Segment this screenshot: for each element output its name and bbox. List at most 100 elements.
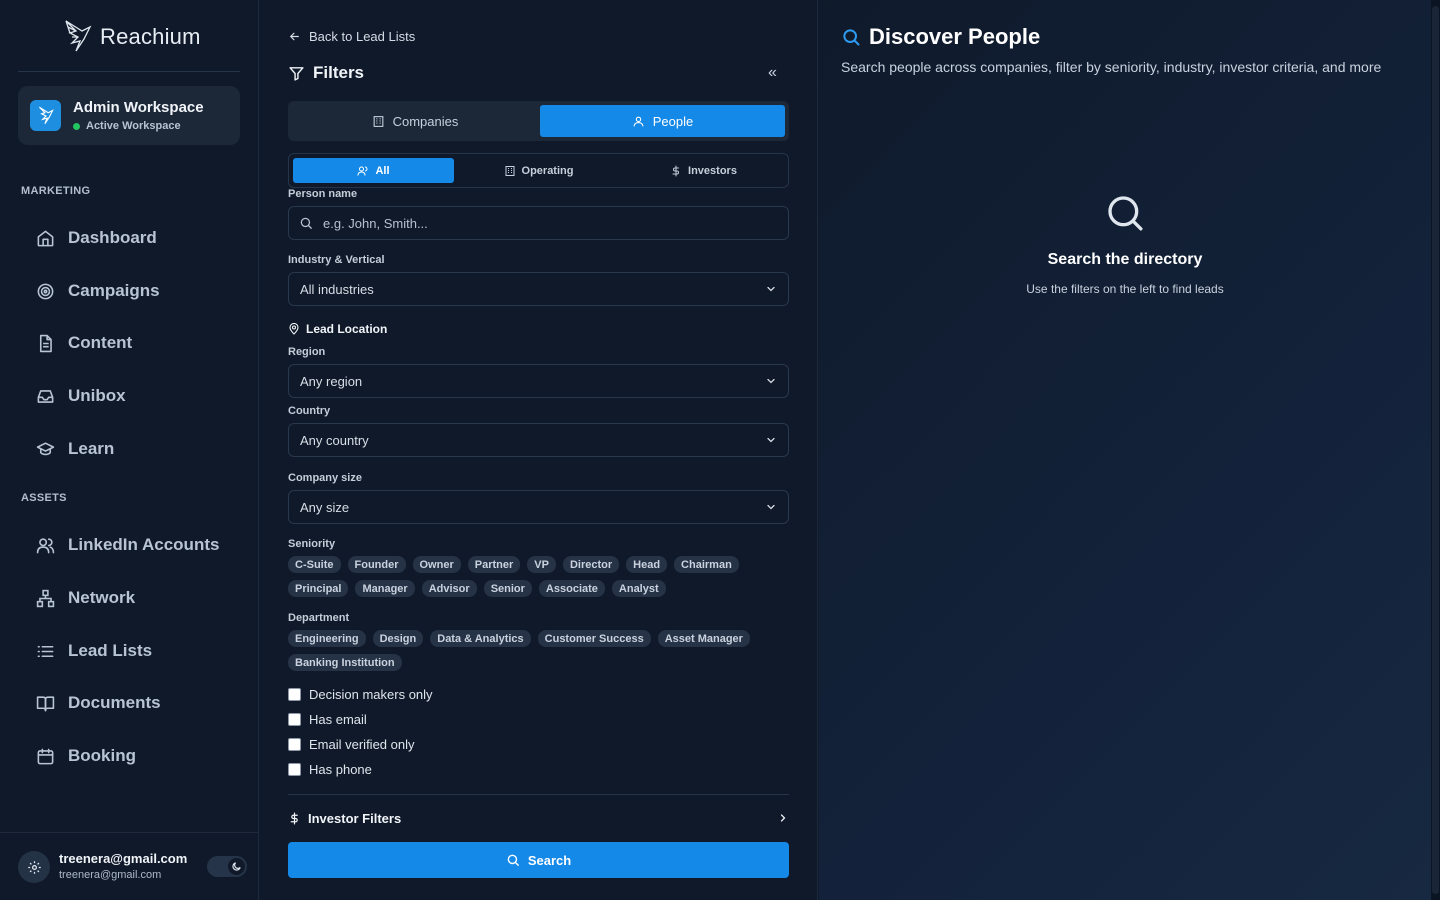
region-select[interactable]: Any region <box>288 364 789 398</box>
country-select[interactable]: Any country <box>288 423 789 457</box>
checkbox-box[interactable] <box>288 713 301 726</box>
user-name: treenera@gmail.com <box>59 851 188 866</box>
tab-operating[interactable]: Operating <box>458 158 619 183</box>
inbox-icon <box>37 389 54 403</box>
sidebar-item-lead-lists[interactable]: Lead Lists <box>36 636 152 666</box>
theme-toggle-knob <box>228 858 245 875</box>
filter-panel: Back to Lead Lists Filters « Companies P… <box>260 0 818 900</box>
seniority-chip[interactable]: Senior <box>483 580 532 597</box>
users-icon <box>36 537 55 553</box>
person-name-input[interactable]: e.g. John, Smith... <box>288 206 789 240</box>
seniority-chip[interactable]: Partner <box>467 556 521 573</box>
department-chip[interactable]: Banking Institution <box>288 654 402 671</box>
sidebar-item-label: Dashboard <box>68 228 157 247</box>
sidebar-item-linkedin-accounts[interactable]: LinkedIn Accounts <box>36 530 219 560</box>
department-chip[interactable]: Design <box>372 630 424 647</box>
seniority-chip[interactable]: Manager <box>355 580 415 597</box>
department-chip[interactable]: Customer Success <box>537 630 651 647</box>
seniority-chip[interactable]: C-Suite <box>288 556 341 573</box>
workspace-switcher[interactable]: Admin Workspace Active Workspace <box>18 86 240 145</box>
page-title-text: Discover People <box>869 24 1041 49</box>
seniority-chip[interactable]: Principal <box>288 580 349 597</box>
seniority-chip[interactable]: Associate <box>538 580 605 597</box>
decision-makers-checkbox[interactable]: Decision makers only <box>288 687 433 702</box>
seniority-chip[interactable]: Chairman <box>674 556 739 573</box>
back-to-lead-lists-link[interactable]: Back to Lead Lists <box>288 29 415 44</box>
checkbox-box[interactable] <box>288 763 301 776</box>
theme-toggle[interactable] <box>207 856 247 877</box>
investor-filters-heading: Investor Filters <box>288 811 401 826</box>
tab-label: All <box>375 164 390 177</box>
industry-select[interactable]: All industries <box>288 272 789 306</box>
sidebar-item-booking[interactable]: Booking <box>36 741 136 771</box>
chevron-down-icon <box>767 378 775 384</box>
bird-logo-icon <box>38 106 54 124</box>
dollar-icon <box>672 165 680 176</box>
seniority-chip[interactable]: VP <box>527 556 556 573</box>
has-email-checkbox[interactable]: Has email <box>288 712 367 727</box>
chevron-down-icon <box>767 504 775 510</box>
department-chip[interactable]: Asset Manager <box>657 630 750 647</box>
funnel-icon <box>289 66 304 81</box>
chevron-down-icon <box>767 437 775 443</box>
collapse-panel-button[interactable]: « <box>768 64 777 82</box>
investor-filters-toggle[interactable]: Investor Filters <box>288 808 789 828</box>
bird-logo-icon <box>65 20 92 52</box>
region-value: Any region <box>300 373 363 389</box>
seniority-chip[interactable]: Head <box>626 556 668 573</box>
department-chip[interactable]: Engineering <box>288 630 366 647</box>
has-phone-checkbox[interactable]: Has phone <box>288 762 372 777</box>
brand-logo[interactable]: Reachium <box>62 16 201 58</box>
scrollbar-thumb[interactable] <box>1432 6 1439 894</box>
settings-button[interactable] <box>18 851 50 883</box>
seniority-chip[interactable]: Analyst <box>611 580 666 597</box>
industry-value: All industries <box>300 281 374 297</box>
sidebar-item-learn[interactable]: Learn <box>36 434 114 464</box>
gear-icon <box>27 860 41 874</box>
region-label: Region <box>288 346 326 358</box>
divider <box>18 71 240 72</box>
network-icon <box>36 589 55 607</box>
section-label-marketing: MARKETING <box>21 185 91 197</box>
sidebar-item-network[interactable]: Network <box>36 583 135 613</box>
checkbox-label: Has email <box>309 712 367 727</box>
tab-all[interactable]: All <box>293 158 454 183</box>
tab-people[interactable]: People <box>540 105 785 137</box>
seniority-chip[interactable]: Director <box>562 556 620 573</box>
country-value: Any country <box>300 432 369 448</box>
checkbox-box[interactable] <box>288 738 301 751</box>
checkbox-box[interactable] <box>288 688 301 701</box>
sidebar-item-label: Booking <box>68 746 136 765</box>
sidebar-item-label: Unibox <box>68 386 126 405</box>
book-icon <box>36 695 55 711</box>
sidebar-item-campaigns[interactable]: Campaigns <box>36 276 160 306</box>
page-scrollbar[interactable] <box>1431 0 1440 900</box>
tab-investors[interactable]: Investors <box>623 158 784 183</box>
search-button[interactable]: Search <box>288 842 789 878</box>
calendar-icon <box>37 748 54 764</box>
seniority-chip[interactable]: Founder <box>347 556 406 573</box>
sidebar-item-dashboard[interactable]: Dashboard <box>36 223 157 253</box>
sidebar-item-content[interactable]: Content <box>36 328 132 358</box>
search-icon <box>507 854 519 866</box>
sidebar-item-unibox[interactable]: Unibox <box>36 381 126 411</box>
sidebar-item-label: Documents <box>68 693 161 712</box>
people-type-tabs: All Operating Investors <box>288 153 789 188</box>
industry-label: Industry & Vertical <box>288 254 385 266</box>
tab-companies[interactable]: Companies <box>292 105 538 137</box>
department-chip[interactable]: Data & Analytics <box>430 630 531 647</box>
seniority-chip[interactable]: Advisor <box>421 580 477 597</box>
email-verified-checkbox[interactable]: Email verified only <box>288 737 415 752</box>
chevron-down-icon <box>767 286 775 292</box>
seniority-chip[interactable]: Owner <box>412 556 461 573</box>
user-icon <box>633 116 644 126</box>
sidebar-item-documents[interactable]: Documents <box>36 688 161 718</box>
back-link-label: Back to Lead Lists <box>309 29 416 44</box>
list-icon <box>37 645 54 657</box>
workspace-avatar <box>30 100 61 131</box>
building-icon <box>373 115 383 127</box>
sidebar-item-label: Content <box>68 333 133 352</box>
company-size-select[interactable]: Any size <box>288 490 789 524</box>
user-email: treenera@gmail.com <box>59 869 162 881</box>
entity-type-tabs: Companies People <box>288 101 789 141</box>
